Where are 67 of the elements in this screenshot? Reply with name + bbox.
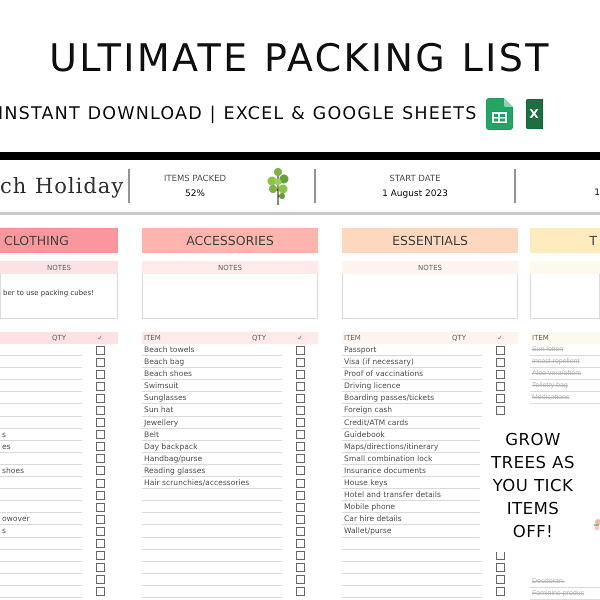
stat-value: 1 August 2023 <box>382 188 448 198</box>
checkbox[interactable] <box>296 587 304 596</box>
checkbox[interactable] <box>296 406 304 416</box>
checkbox[interactable] <box>496 346 504 355</box>
checkbox[interactable] <box>296 418 304 428</box>
checkbox[interactable] <box>296 370 304 379</box>
checkbox[interactable] <box>96 514 104 524</box>
checkbox[interactable] <box>96 406 104 416</box>
subtitle: INSTANT DOWNLOAD | EXCEL & GOOGLE SHEETS <box>0 104 478 124</box>
checkbox[interactable] <box>96 382 104 391</box>
stat-label: START DATE <box>389 174 441 184</box>
checkbox[interactable] <box>496 575 504 584</box>
stat-value: 1 <box>594 188 600 198</box>
checkbox[interactable] <box>96 394 104 403</box>
checkbox[interactable] <box>296 575 304 584</box>
category-header: ESSENTIALS <box>342 228 518 253</box>
checkbox[interactable] <box>296 490 304 500</box>
checkbox[interactable] <box>296 430 304 440</box>
checkbox[interactable] <box>96 358 104 367</box>
checkbox[interactable] <box>496 394 504 403</box>
checkbox[interactable] <box>96 563 104 572</box>
checkbox[interactable] <box>96 575 104 584</box>
checkbox[interactable] <box>296 539 304 548</box>
checkbox[interactable] <box>296 526 304 536</box>
checkbox[interactable] <box>296 551 304 560</box>
flower-icon <box>592 518 600 532</box>
checkbox[interactable] <box>96 587 104 596</box>
checkbox[interactable] <box>296 514 304 524</box>
checkbox[interactable] <box>496 358 504 367</box>
checkbox[interactable] <box>296 563 304 572</box>
list-title: ch Holiday <box>0 174 126 198</box>
checkbox[interactable] <box>296 478 304 488</box>
checkbox[interactable] <box>96 442 104 452</box>
checkbox[interactable] <box>296 454 304 464</box>
checkbox[interactable] <box>96 478 104 488</box>
checkbox[interactable] <box>96 526 104 536</box>
checkbox[interactable] <box>496 563 504 572</box>
checkbox[interactable] <box>296 346 304 355</box>
checkbox[interactable] <box>296 442 304 452</box>
page-title: ULTIMATE PACKING LIST <box>48 36 552 80</box>
checkbox[interactable] <box>96 539 104 548</box>
checkbox[interactable] <box>96 418 104 428</box>
checkbox[interactable] <box>296 502 304 512</box>
checkbox[interactable] <box>96 490 104 500</box>
checkbox[interactable] <box>496 406 504 416</box>
tree-icon <box>266 167 290 205</box>
checkbox[interactable] <box>296 358 304 367</box>
checkbox[interactable] <box>96 454 104 464</box>
checkbox[interactable] <box>96 466 104 476</box>
checkbox[interactable] <box>96 346 104 355</box>
checkbox[interactable] <box>96 370 104 379</box>
checkbox[interactable] <box>296 382 304 391</box>
checkbox[interactable] <box>496 370 504 379</box>
checkbox[interactable] <box>496 382 504 391</box>
promo-text: GROW TREES AS YOU TICK ITEMS OFF! <box>490 428 576 542</box>
checkbox[interactable] <box>96 502 104 512</box>
checkbox[interactable] <box>296 394 304 403</box>
checkbox[interactable] <box>96 430 104 440</box>
category-header: ACCESSORIES <box>142 228 318 253</box>
spreadsheet-icon <box>486 98 513 130</box>
stat-value: 52% <box>184 188 205 198</box>
checkbox[interactable] <box>496 587 504 596</box>
checkbox[interactable] <box>96 551 104 560</box>
stat-label: ITEMS PACKED <box>164 174 226 184</box>
category-header: CLOTHING <box>0 228 118 253</box>
spreadsheet-app-icon: X <box>526 99 543 129</box>
checkbox[interactable] <box>296 466 304 476</box>
